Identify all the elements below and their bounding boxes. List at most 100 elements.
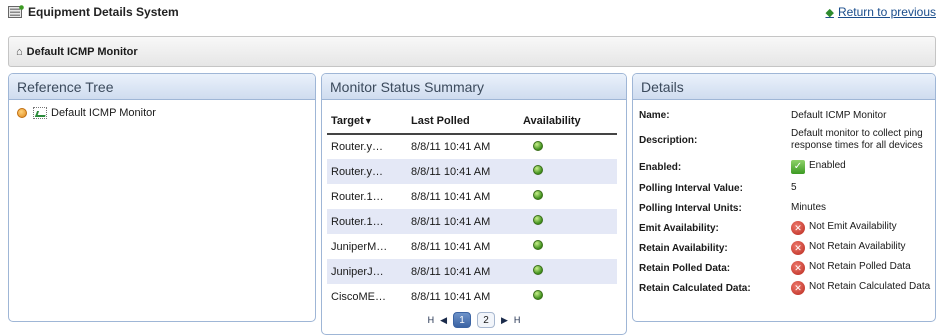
return-link-label[interactable]: Return to previous	[838, 5, 936, 19]
detail-row-description: Description: Default monitor to collect …	[639, 124, 934, 156]
target-cell: Router.1…	[327, 209, 407, 234]
first-page-button[interactable]: H	[428, 315, 435, 325]
detail-value-text: Enabled	[809, 160, 846, 171]
table-row[interactable]: JuniperJ… 8/8/11 10:41 AM	[327, 259, 617, 284]
availability-cell	[519, 234, 617, 259]
last-page-button[interactable]: H	[514, 315, 521, 325]
x-icon: ✕	[791, 261, 805, 275]
details-list: Name: Default ICMP Monitor Description: …	[639, 110, 934, 298]
detail-row-retain-availability: Retain Availability: ✕ Not Retain Availab…	[639, 238, 934, 258]
detail-row-retain-polled-data: Retain Polled Data: ✕ Not Retain Polled D…	[639, 258, 934, 278]
detail-value-text: Not Emit Availability	[809, 221, 897, 232]
detail-value-text: Not Retain Availability	[809, 241, 906, 252]
detail-value: ✕ Not Emit Availability	[791, 221, 934, 235]
table-row[interactable]: Router.y… 8/8/11 10:41 AM	[327, 134, 617, 159]
target-cell: JuniperJ…	[327, 259, 407, 284]
sort-desc-icon[interactable]: ▼	[364, 116, 373, 126]
tree-item[interactable]: Default ICMP Monitor	[17, 107, 156, 119]
last-polled-cell: 8/8/11 10:41 AM	[407, 209, 519, 234]
target-cell: Router.y…	[331, 141, 383, 153]
monitor-status-table: Target▼ Last Polled Availability Router.…	[327, 108, 617, 309]
page-1-button[interactable]: 1	[453, 312, 471, 328]
app-title: Equipment Details System	[8, 5, 179, 19]
table-row[interactable]: JuniperM… 8/8/11 10:41 AM	[327, 234, 617, 259]
monitor-status-panel: Monitor Status Summary Target▼ Last Poll…	[321, 73, 627, 335]
table-row[interactable]: CiscoME… 8/8/11 10:41 AM	[327, 284, 617, 309]
status-green-icon	[533, 290, 543, 300]
column-header-availability[interactable]: Availability	[519, 108, 617, 135]
reference-tree-panel: Reference Tree Default ICMP Monitor	[8, 73, 316, 322]
detail-label: Retain Calculated Data:	[639, 282, 751, 294]
expand-toggle-icon[interactable]	[17, 108, 27, 118]
detail-value: ✕ Not Retain Calculated Data	[791, 281, 934, 295]
breadcrumb-label[interactable]: Default ICMP Monitor	[27, 46, 138, 58]
x-icon: ✕	[791, 281, 805, 295]
target-cell: Router.1…	[331, 190, 384, 203]
last-polled-cell: 8/8/11 10:41 AM	[407, 259, 519, 284]
back-arrow-icon: ◆	[825, 6, 834, 19]
detail-label: Retain Polled Data:	[639, 262, 731, 274]
status-green-icon	[533, 240, 543, 250]
target-cell: JuniperM…	[331, 240, 388, 253]
check-icon: ✓	[791, 160, 805, 174]
availability-cell	[519, 134, 617, 159]
detail-row-retain-calculated-data: Retain Calculated Data: ✕ Not Retain Calc…	[639, 278, 934, 298]
last-polled-cell: 8/8/11 10:41 AM	[411, 240, 491, 253]
detail-row-polling-interval-value: Polling Interval Value: 5	[639, 178, 934, 198]
column-header-target[interactable]: Target▼	[327, 108, 407, 135]
status-green-icon	[533, 265, 543, 275]
page-2-button[interactable]: 2	[477, 312, 495, 328]
detail-value-text: Minutes	[791, 202, 827, 213]
home-icon: ⌂	[16, 46, 23, 58]
return-to-previous-link[interactable]: ◆ Return to previous	[825, 5, 936, 19]
availability-cell	[519, 184, 617, 209]
column-header-last-polled[interactable]: Last Polled	[407, 108, 519, 135]
detail-value-text: 5	[791, 182, 797, 193]
detail-label: Enabled:	[639, 161, 682, 173]
last-polled-cell: 8/8/11 10:41 AM	[411, 290, 491, 303]
x-icon: ✕	[791, 221, 805, 235]
detail-label: Polling Interval Units:	[639, 202, 742, 214]
status-green-icon	[533, 140, 543, 151]
status-green-icon	[533, 215, 543, 225]
target-cell: CiscoME…	[331, 290, 387, 303]
reference-tree-title: Reference Tree	[9, 74, 315, 100]
detail-value: 5	[791, 182, 934, 194]
x-icon: ✕	[791, 241, 805, 255]
prev-page-button[interactable]: ◀	[440, 315, 447, 326]
detail-value: ✕ Not Retain Availability	[791, 241, 934, 255]
detail-label: Description:	[639, 134, 698, 146]
detail-row-polling-interval-units: Polling Interval Units: Minutes	[639, 198, 934, 218]
table-row[interactable]: Router.1… 8/8/11 10:41 AM	[327, 184, 617, 209]
availability-cell	[519, 159, 617, 184]
detail-row-emit-availability: Emit Availability: ✕ Not Emit Availabilit…	[639, 218, 934, 238]
table-header-row: Target▼ Last Polled Availability	[327, 108, 617, 135]
top-bar: Equipment Details System ◆ Return to pre…	[0, 0, 936, 26]
last-polled-cell: 8/8/11 10:41 AM	[411, 141, 491, 153]
monitor-status-title: Monitor Status Summary	[322, 74, 626, 100]
detail-value: Default monitor to collect ping response…	[791, 128, 934, 152]
detail-value: ✕ Not Retain Polled Data	[791, 261, 934, 275]
target-header-label[interactable]: Target	[331, 115, 364, 127]
status-green-icon	[533, 165, 543, 175]
breadcrumb-bar: ⌂ Default ICMP Monitor	[8, 36, 936, 67]
availability-cell	[519, 209, 617, 234]
availability-cell	[519, 259, 617, 284]
detail-value: ✓ Enabled	[791, 160, 934, 174]
breadcrumb[interactable]: ⌂ Default ICMP Monitor	[16, 46, 138, 58]
detail-value: Default ICMP Monitor	[791, 110, 934, 122]
availability-cell	[519, 284, 617, 309]
next-page-button[interactable]: ▶	[501, 315, 508, 326]
detail-label: Name:	[639, 110, 670, 121]
tree-item-label[interactable]: Default ICMP Monitor	[51, 107, 156, 119]
table-row[interactable]: Router.y… 8/8/11 10:41 AM	[327, 159, 617, 184]
detail-row-enabled: Enabled: ✓ Enabled	[639, 156, 934, 178]
details-title: Details	[633, 74, 935, 100]
detail-label: Emit Availability:	[639, 222, 719, 234]
status-green-icon	[533, 190, 543, 200]
table-row[interactable]: Router.1… 8/8/11 10:41 AM	[327, 209, 617, 234]
app-title-text: Equipment Details System	[28, 5, 179, 19]
detail-value-text: Default monitor to collect ping response…	[791, 128, 923, 151]
monitor-icon	[33, 107, 47, 119]
details-panel: Details Name: Default ICMP Monitor Descr…	[632, 73, 936, 322]
